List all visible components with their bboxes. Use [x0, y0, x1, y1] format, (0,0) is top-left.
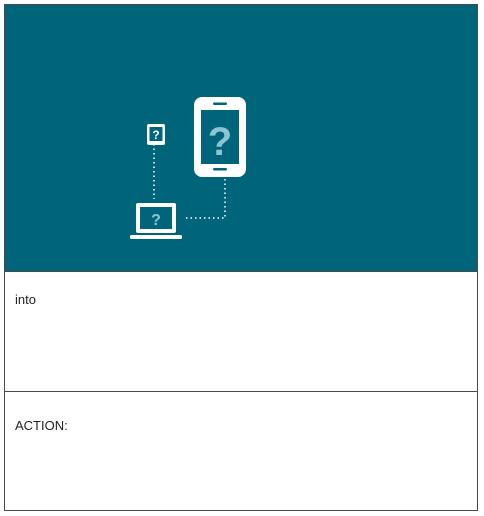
phone-question-mark: ?	[208, 120, 232, 164]
small-device-question-mark: ?	[152, 128, 159, 142]
small-device-icon: ?	[147, 124, 165, 145]
phone-icon: ?	[194, 97, 246, 177]
action-label: ACTION:	[15, 418, 68, 433]
laptop-icon: ?	[130, 203, 182, 239]
hero-illustration: ? ? ?	[5, 5, 477, 271]
description-section: into	[5, 272, 477, 391]
description-text: into	[15, 292, 36, 307]
action-section: ACTION:	[5, 392, 477, 510]
connector-line-phone-laptop	[183, 179, 226, 219]
laptop-question-mark: ?	[151, 212, 161, 229]
card: ? ? ? into ACTION:	[4, 4, 478, 511]
connected-devices-illustration: ? ? ?	[130, 97, 246, 239]
